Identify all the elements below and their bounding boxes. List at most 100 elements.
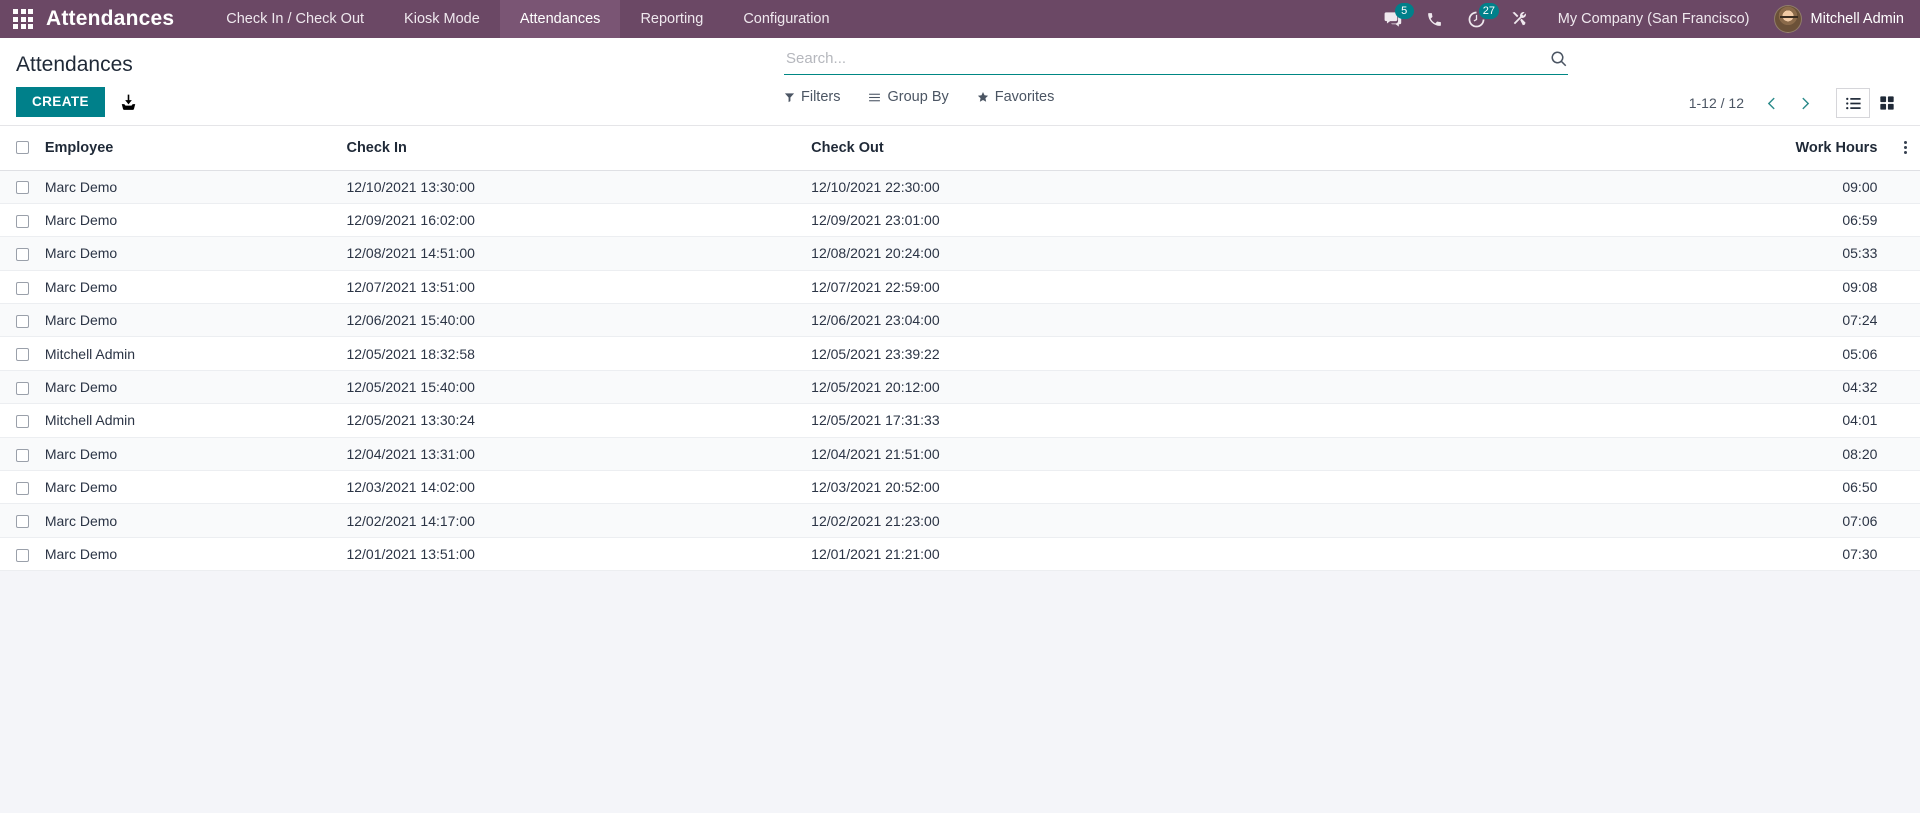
filters-dropdown[interactable]: Filters (784, 89, 840, 105)
pager-next-button[interactable] (1790, 89, 1818, 117)
phone-button[interactable] (1414, 0, 1456, 38)
column-header-check-out[interactable]: Check Out (811, 126, 1586, 171)
row-checkbox[interactable] (16, 181, 29, 195)
row-select-cell (0, 537, 45, 572)
search-input[interactable] (784, 48, 1542, 69)
cell-check-out: 12/09/2021 23:01:00 (811, 203, 1586, 238)
messages-button[interactable]: 5 (1372, 0, 1414, 38)
menu-item-attendances[interactable]: Attendances (499, 0, 621, 38)
table-body: Marc Demo 12/10/2021 13:30:00 12/10/2021 2… (0, 170, 1920, 572)
create-button[interactable]: CREATE (16, 87, 105, 117)
row-checkbox[interactable] (16, 415, 29, 429)
row-checkbox[interactable] (16, 381, 29, 395)
search-row (784, 48, 1568, 75)
column-header-employee[interactable]: Employee (44, 126, 347, 171)
group-by-lines-icon (869, 93, 881, 101)
table-head: Employee Check In Check Out Work Hours (0, 126, 1920, 171)
cell-check-out: 12/01/2021 21:21:00 (811, 537, 1586, 572)
table-row[interactable]: Mitchell Admin 12/05/2021 13:30:24 12/05/2… (0, 403, 1920, 438)
row-checkbox[interactable] (16, 281, 29, 295)
row-checkbox[interactable] (16, 448, 29, 462)
row-select-cell (0, 336, 45, 371)
cell-work-hours: 07:06 (1585, 503, 1892, 538)
table-row[interactable]: Marc Demo 12/01/2021 13:51:00 12/01/2021 2… (0, 537, 1920, 572)
row-checkbox[interactable] (16, 214, 29, 228)
table-row[interactable]: Marc Demo 12/09/2021 16:02:00 12/09/2021 2… (0, 203, 1920, 238)
table-row[interactable]: Marc Demo 12/10/2021 13:30:00 12/10/2021 2… (0, 170, 1920, 204)
kanban-view-button[interactable] (1870, 88, 1904, 118)
row-checkbox[interactable] (16, 515, 29, 529)
row-select-cell (0, 203, 45, 238)
pager-previous-button[interactable] (1758, 89, 1786, 117)
attendance-list: Employee Check In Check Out Work Hours M… (0, 126, 1920, 572)
cell-row-options (1891, 336, 1920, 371)
menu-item-kiosk-mode[interactable]: Kiosk Mode (384, 0, 500, 38)
search-icon (1551, 50, 1567, 66)
table-row[interactable]: Marc Demo 12/03/2021 14:02:00 12/03/2021 2… (0, 470, 1920, 505)
row-checkbox[interactable] (16, 315, 29, 329)
table-row[interactable]: Marc Demo 12/07/2021 13:51:00 12/07/2021 2… (0, 270, 1920, 305)
cell-work-hours: 05:06 (1585, 336, 1892, 371)
cell-row-options (1891, 437, 1920, 472)
row-checkbox[interactable] (16, 482, 29, 495)
phone-icon (1428, 12, 1442, 26)
import-records-button[interactable] (119, 93, 138, 112)
menu-item-configuration[interactable]: Configuration (723, 0, 849, 38)
cell-employee: Marc Demo (44, 503, 347, 538)
table-row[interactable]: Marc Demo 12/06/2021 15:40:00 12/06/2021 2… (0, 303, 1920, 338)
table-row[interactable]: Marc Demo 12/05/2021 15:40:00 12/05/2021 2… (0, 370, 1920, 405)
row-select-cell (0, 270, 45, 305)
cell-check-out: 12/08/2021 20:24:00 (811, 236, 1586, 271)
cell-check-in: 12/07/2021 13:51:00 (346, 270, 812, 305)
favorites-star-icon (977, 92, 988, 102)
search-facets: Filters Group By Favorites (784, 89, 1568, 105)
cell-check-in: 12/04/2021 13:31:00 (346, 437, 812, 472)
company-switcher[interactable]: My Company (San Francisco) (1540, 11, 1764, 27)
row-select-cell (0, 170, 45, 204)
table-row[interactable]: Marc Demo 12/02/2021 14:17:00 12/02/2021 2… (0, 503, 1920, 538)
row-checkbox[interactable] (16, 248, 29, 262)
apps-menu-button[interactable] (0, 0, 46, 38)
column-header-check-in[interactable]: Check In (346, 126, 812, 171)
row-select-cell (0, 370, 45, 405)
chevron-right-icon (1801, 97, 1809, 109)
cell-check-in: 12/10/2021 13:30:00 (346, 170, 812, 204)
user-menu[interactable]: Mitchell Admin (1764, 5, 1904, 33)
row-select-cell (0, 503, 45, 538)
row-select-cell (0, 470, 45, 505)
cell-check-in: 12/02/2021 14:17:00 (346, 503, 812, 538)
vertical-dots-icon[interactable] (1891, 141, 1920, 155)
table-row[interactable]: Marc Demo 12/08/2021 14:51:00 12/08/2021 2… (0, 236, 1920, 271)
favorites-dropdown[interactable]: Favorites (977, 89, 1054, 105)
cell-row-options (1891, 170, 1920, 204)
list-view-button[interactable] (1836, 88, 1870, 118)
column-header-work-hours[interactable]: Work Hours (1585, 126, 1892, 171)
messages-badge: 5 (1394, 3, 1414, 19)
menu-item-reporting[interactable]: Reporting (620, 0, 723, 38)
activities-button[interactable]: 27 (1456, 0, 1499, 38)
row-checkbox[interactable] (16, 548, 29, 562)
kanban-view-icon (1880, 96, 1894, 110)
groupby-dropdown[interactable]: Group By (868, 89, 949, 105)
debug-tools-button[interactable] (1498, 0, 1540, 38)
cell-row-options (1891, 470, 1920, 505)
search-button[interactable] (1542, 50, 1568, 68)
cell-row-options (1891, 503, 1920, 538)
menu-item-check-in-check-out[interactable]: Check In / Check Out (206, 0, 384, 38)
column-options-cell (1891, 126, 1920, 171)
app-brand[interactable]: Attendances (46, 0, 184, 38)
cell-work-hours: 07:30 (1585, 537, 1892, 572)
cell-check-out: 12/05/2021 17:31:33 (811, 403, 1586, 438)
cell-check-in: 12/06/2021 15:40:00 (346, 303, 812, 338)
table-row[interactable]: Mitchell Admin 12/05/2021 18:32:58 12/05/2… (0, 336, 1920, 371)
pager-range: 1-12 / 12 (1688, 95, 1744, 111)
cell-employee: Marc Demo (44, 203, 347, 238)
activities-badge: 27 (1478, 3, 1499, 19)
row-checkbox[interactable] (16, 348, 29, 362)
cell-check-out: 12/05/2021 23:39:22 (811, 336, 1586, 371)
cell-employee: Marc Demo (44, 537, 347, 572)
select-all-checkbox[interactable] (16, 141, 29, 155)
table-row[interactable]: Marc Demo 12/04/2021 13:31:00 12/04/2021 2… (0, 437, 1920, 472)
cell-row-options (1891, 236, 1920, 271)
row-select-cell (0, 303, 45, 338)
